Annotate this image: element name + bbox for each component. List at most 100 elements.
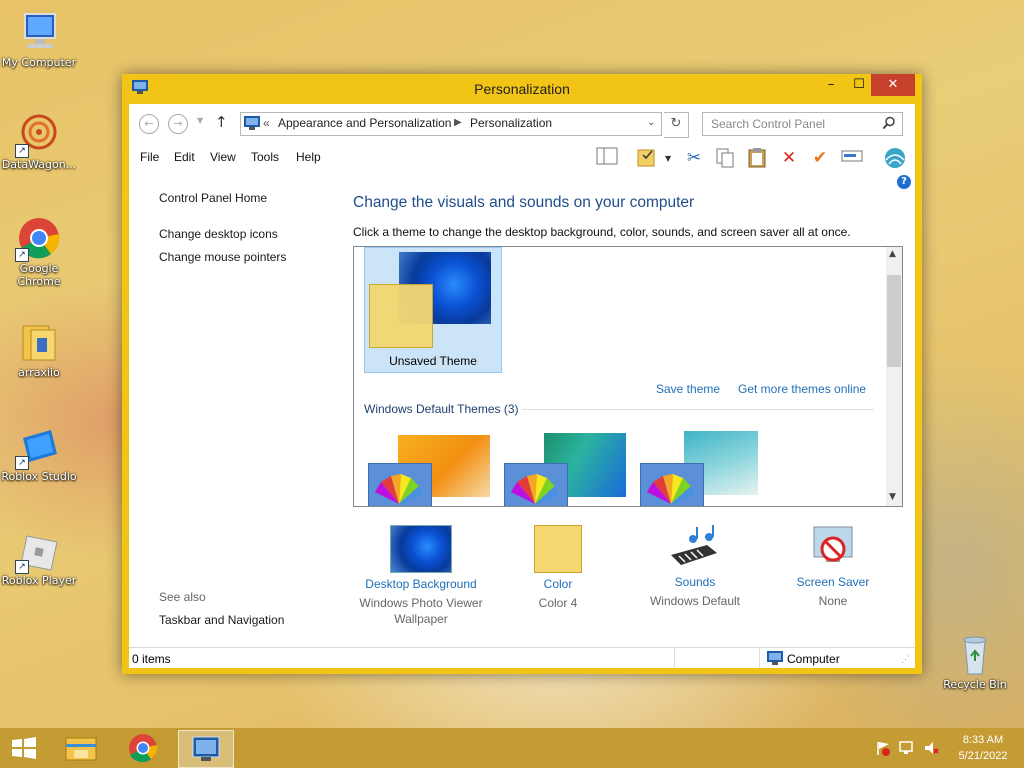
theme-list-scrollbar[interactable]: ▲ ▼ [886, 247, 902, 506]
refresh-button[interactable]: ↻ [664, 112, 689, 138]
left-task-pane: Control Panel Home Change desktop icons … [129, 172, 339, 647]
paste-icon[interactable] [745, 146, 769, 170]
theme-color-swatch [369, 284, 433, 348]
address-box[interactable]: « Appearance and Personalization ▶ Perso… [240, 112, 662, 136]
theme-unsaved-label: Unsaved Theme [389, 354, 477, 368]
taskbar-file-explorer[interactable] [54, 730, 108, 766]
theme-lines-and-colors-thumbnail[interactable] [504, 433, 628, 506]
undo-check-icon[interactable]: ✔ [808, 146, 832, 170]
menu-edit[interactable]: Edit [174, 150, 195, 164]
status-location: Computer [787, 652, 840, 666]
color-value: Color 4 [538, 596, 578, 610]
forward-button[interactable]: → [168, 114, 188, 134]
theme-flowers-thumbnail[interactable] [640, 431, 764, 506]
menu-tools[interactable]: Tools [251, 150, 279, 164]
close-button[interactable]: ✕ [871, 74, 915, 96]
recycle-bin-icon [953, 632, 997, 676]
network-icon[interactable] [899, 740, 915, 759]
desktop-background-icon [390, 525, 452, 573]
theme-unsaved[interactable]: Unsaved Theme [364, 247, 502, 373]
back-button[interactable]: ← [139, 114, 159, 134]
scroll-up-arrow-icon[interactable]: ▲ [889, 249, 896, 259]
menu-view[interactable]: View [210, 150, 236, 164]
color-label[interactable]: Color [488, 577, 628, 591]
change-mouse-pointers-link[interactable]: Change mouse pointers [159, 250, 286, 264]
taskbar-and-navigation-link[interactable]: Taskbar and Navigation [159, 613, 284, 627]
screen-saver-icon [808, 525, 858, 571]
save-theme-link[interactable]: Save theme [656, 382, 720, 396]
scrollbar-thumb[interactable] [887, 275, 901, 367]
minimize-button[interactable]: – [816, 74, 846, 96]
personalization-window: Personalization – ☐ ✕ ← → ▼ ↑ « Appearan… [122, 74, 922, 674]
desktop-icon-arraxiio[interactable]: arraxiio [0, 320, 78, 379]
color-setting[interactable]: Color Color 4 [488, 525, 628, 611]
sounds-setting[interactable]: Sounds Windows Default [625, 525, 765, 609]
address-location-icon [244, 116, 260, 133]
theme-windows-thumbnail[interactable] [368, 435, 492, 506]
window-client: ← → ▼ ↑ « Appearance and Personalization… [129, 104, 915, 668]
shortcut-arrow-icon: ↗ [15, 560, 29, 574]
folder-icon [17, 320, 61, 364]
change-desktop-icons-link[interactable]: Change desktop icons [159, 227, 278, 241]
menu-help[interactable]: Help [296, 150, 321, 164]
recent-locations-chevron-icon[interactable]: ▼ [197, 116, 203, 125]
desktop-icon-recycle-bin[interactable]: Recycle Bin [936, 632, 1014, 691]
taskbar-control-panel[interactable] [178, 730, 234, 768]
get-more-themes-link[interactable]: Get more themes online [738, 382, 866, 396]
address-dropdown-chevron-icon[interactable]: ⌄ [647, 117, 655, 128]
scroll-down-arrow-icon[interactable]: ▼ [889, 492, 896, 502]
desktop-icon-roblox-studio[interactable]: ↗ Roblox Studio [0, 424, 78, 483]
resize-grip-icon[interactable]: ⋰ [901, 654, 910, 665]
clock[interactable]: 8:33 AM 5/21/2022 [950, 732, 1016, 764]
delete-icon[interactable]: ✕ [777, 146, 801, 170]
roblox-player-icon: ↗ [15, 528, 61, 574]
desktop-icon-roblox-player[interactable]: ↗ Roblox Player [0, 528, 78, 587]
desktop-icon-my-computer[interactable]: My Computer [0, 10, 78, 69]
menu-bar: File Edit View Tools Help ▼ ✂ ✕ ✔ ? [129, 142, 915, 189]
sounds-value: Windows Default [649, 594, 741, 608]
breadcrumb-overflow[interactable]: « [263, 116, 270, 130]
screen-saver-value: None [818, 594, 848, 608]
taskbar: 8:33 AM 5/21/2022 [0, 728, 1024, 768]
chrome-icon: ↗ [15, 216, 61, 262]
title-bar[interactable]: Personalization – ☐ ✕ [122, 74, 922, 104]
copy-icon[interactable] [713, 146, 737, 170]
volume-muted-icon[interactable] [923, 740, 939, 759]
maximize-button[interactable]: ☐ [844, 74, 874, 96]
action-center-flag-icon[interactable] [875, 740, 891, 759]
clock-date: 5/21/2022 [958, 750, 1008, 762]
roblox-studio-icon: ↗ [15, 424, 61, 470]
desktop-icon-label: Recycle Bin [943, 678, 1007, 691]
desktop-icon-label: DataWagon... [1, 158, 77, 171]
desktop-background-setting[interactable]: Desktop Background Windows Photo Viewer … [351, 525, 491, 627]
properties-folder-icon[interactable] [634, 146, 658, 170]
breadcrumb-personalization[interactable]: Personalization [470, 116, 552, 130]
view-options-chevron-icon[interactable]: ▼ [665, 154, 671, 163]
layout-pane-icon[interactable] [595, 146, 619, 170]
screen-saver-setting[interactable]: Screen Saver None [763, 525, 903, 609]
rename-icon[interactable] [840, 146, 864, 170]
taskbar-chrome[interactable] [116, 730, 170, 766]
windows-logo-icon [12, 737, 36, 759]
control-panel-home-link[interactable]: Control Panel Home [159, 191, 267, 205]
up-button[interactable]: ↑ [215, 113, 228, 131]
screen-saver-label[interactable]: Screen Saver [763, 575, 903, 589]
menu-file[interactable]: File [140, 150, 159, 164]
theme-group-divider [522, 409, 874, 410]
start-button[interactable] [0, 730, 48, 766]
control-panel-icon [192, 736, 220, 761]
breadcrumb-appearance-and-personalization[interactable]: Appearance and Personalization [278, 116, 451, 130]
sounds-label[interactable]: Sounds [625, 575, 765, 589]
sounds-icon [667, 525, 723, 571]
shell-globe-icon[interactable] [883, 146, 907, 170]
search-icon[interactable] [882, 116, 896, 133]
desktop-background-label[interactable]: Desktop Background [351, 577, 491, 591]
desktop-icon-google-chrome[interactable]: ↗ Google Chrome [0, 216, 78, 288]
desktop-icon-label: arraxiio [18, 366, 60, 379]
shortcut-arrow-icon: ↗ [15, 456, 29, 470]
search-input[interactable]: Search Control Panel [702, 112, 903, 136]
desktop-icon-datawagon[interactable]: ↗ DataWagon... [0, 112, 78, 171]
search-placeholder: Search Control Panel [711, 117, 826, 131]
desktop-icon-label: My Computer [1, 56, 77, 69]
cut-icon[interactable]: ✂ [682, 146, 706, 170]
